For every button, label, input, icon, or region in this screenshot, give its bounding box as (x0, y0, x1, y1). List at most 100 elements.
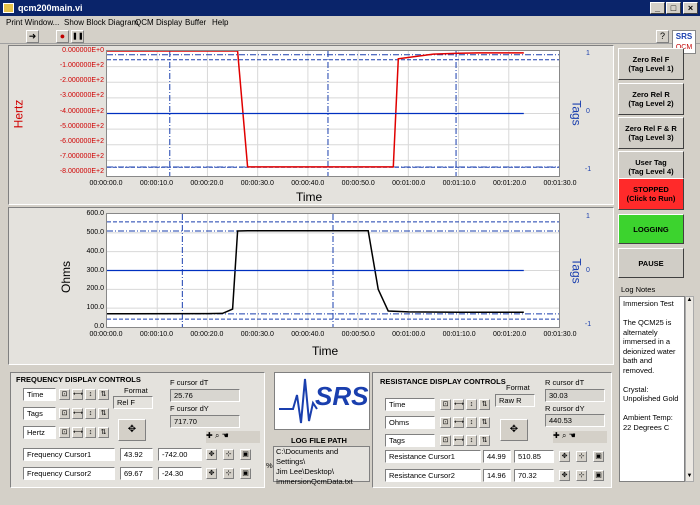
crosshair-icon[interactable]: ✚ (206, 431, 213, 440)
scale-x-icon[interactable]: ⟷ (72, 408, 83, 419)
log-notes-textarea[interactable]: Immersion Test The QCM25 is alternately im… (619, 296, 685, 482)
zoom-icon[interactable]: ⌕ (562, 431, 566, 440)
res-cursor-pad-icon[interactable]: ✥ (500, 419, 528, 441)
resistance-plot-area[interactable] (106, 213, 560, 328)
lock-icon[interactable]: ⊡ (59, 427, 70, 438)
freq-row-hertz[interactable]: Hertz (23, 426, 56, 439)
scale-x-icon[interactable]: ⟷ (453, 435, 464, 446)
freq-row-tags[interactable]: Tags (23, 407, 56, 420)
lock-icon[interactable]: ⊡ (440, 435, 451, 446)
cursor-lock-icon[interactable]: ▣ (593, 451, 604, 462)
freq-cursor1-name[interactable]: Frequency Cursor1 (23, 448, 115, 461)
abort-icon[interactable]: ● (56, 30, 69, 43)
frequency-plot-area[interactable] (106, 50, 560, 177)
format-icon[interactable]: ⇅ (98, 389, 109, 400)
pause-button[interactable]: PAUSE (618, 248, 684, 278)
freq-cursor2-name[interactable]: Frequency Cursor2 (23, 467, 115, 480)
log-file-path-field[interactable]: C:\Documents and Settings\ Jim Lee\Deskt… (273, 446, 370, 486)
log-notes-line: removed. (623, 365, 655, 375)
res-row-time[interactable]: Time (385, 398, 435, 411)
cursor-move-icon[interactable]: ✥ (206, 449, 217, 460)
scroll-up-icon[interactable]: ▲ (686, 297, 693, 305)
res-cursor1-x[interactable]: 44.99 (483, 450, 511, 463)
hand-icon[interactable]: ☚ (222, 431, 229, 440)
close-button[interactable]: × (683, 2, 698, 14)
cursor-style-icon[interactable]: ⊹ (576, 470, 587, 481)
zero-rel-fr-button[interactable]: Zero Rel F & R (Tag Level 3) (618, 117, 684, 149)
res-row-tags[interactable]: Tags (385, 434, 435, 447)
scale-y-icon[interactable]: ↕ (466, 435, 477, 446)
minimize-button[interactable]: _ (650, 2, 665, 14)
cursor-lock-icon[interactable]: ▣ (593, 470, 604, 481)
frequency-ytick: -4.000000E+2 (59, 107, 104, 115)
frequency-ytick: -8.000000E+2 (59, 168, 104, 175)
cursor-style-icon[interactable]: ⊹ (223, 449, 234, 460)
zero-rel-r-button[interactable]: Zero Rel R (Tag Level 2) (618, 83, 684, 115)
menu-qcm[interactable]: QCM (135, 16, 154, 29)
cursor-lock-icon[interactable]: ▣ (240, 468, 251, 479)
crosshair-icon[interactable]: ✚ (553, 431, 560, 440)
res-cursor2-name[interactable]: Resistance Cursor2 (385, 469, 481, 482)
scale-y-icon[interactable]: ↕ (466, 399, 477, 410)
zero-rel-f-button[interactable]: Zero Rel F (Tag Level 1) (618, 48, 684, 80)
maximize-button[interactable]: □ (666, 2, 681, 14)
res-cursor-dy-label: R cursor dY (545, 404, 585, 413)
freq-cursor2-y[interactable]: -24.30 (158, 467, 202, 480)
res-cursor1-y[interactable]: 510.85 (514, 450, 554, 463)
res-cursor1-name[interactable]: Resistance Cursor1 (385, 450, 481, 463)
log-file-browse-icon[interactable]: % (266, 461, 273, 470)
format-icon[interactable]: ⇅ (479, 435, 490, 446)
zoom-icon[interactable]: ⌕ (215, 431, 219, 440)
freq-cursor1-x[interactable]: 43.92 (120, 448, 153, 461)
scale-x-icon[interactable]: ⟷ (453, 399, 464, 410)
scale-x-icon[interactable]: ⟷ (72, 389, 83, 400)
scale-y-icon[interactable]: ↕ (85, 408, 96, 419)
menu-show-block-diagram[interactable]: Show Block Diagram (64, 16, 138, 29)
freq-format-select[interactable]: Rel F (113, 396, 153, 409)
format-icon[interactable]: ⇅ (98, 427, 109, 438)
cursor-move-icon[interactable]: ✥ (559, 470, 570, 481)
scroll-down-icon[interactable]: ▼ (686, 473, 693, 481)
scale-x-icon[interactable]: ⟷ (72, 427, 83, 438)
menu-display[interactable]: Display (156, 16, 182, 29)
freq-cursor2-x[interactable]: 69.67 (120, 467, 153, 480)
help-icon[interactable]: ? (656, 30, 669, 43)
format-icon[interactable]: ⇅ (479, 399, 490, 410)
format-icon[interactable]: ⇅ (98, 408, 109, 419)
res-row-ohms[interactable]: Ohms (385, 416, 435, 429)
lock-icon[interactable]: ⊡ (59, 408, 70, 419)
scale-y-icon[interactable]: ↕ (85, 389, 96, 400)
freq-cursor-tools[interactable]: ✚ ⌕ ☚ (206, 431, 260, 443)
run-arrow-icon[interactable]: ➜ (26, 30, 39, 43)
logging-button[interactable]: LOGGING (618, 214, 684, 244)
res-cursor2-x[interactable]: 14.96 (483, 469, 511, 482)
resistance-xtick: 00:00:30.0 (240, 331, 274, 338)
freq-cursor-pad-icon[interactable]: ✥ (118, 419, 146, 441)
cursor-move-icon[interactable]: ✥ (206, 468, 217, 479)
lock-icon[interactable]: ⊡ (440, 417, 451, 428)
scale-x-icon[interactable]: ⟷ (453, 417, 464, 428)
menu-buffer[interactable]: Buffer (185, 16, 206, 29)
format-icon[interactable]: ⇅ (479, 417, 490, 428)
cursor-lock-icon[interactable]: ▣ (240, 449, 251, 460)
menu-help[interactable]: Help (212, 16, 228, 29)
cursor-move-icon[interactable]: ✥ (559, 451, 570, 462)
freq-cursor-dt-value: 25.76 (170, 389, 240, 402)
stopped-button[interactable]: STOPPED (Click to Run) (618, 178, 684, 210)
res-cursor-tools[interactable]: ✚ ⌕ ☚ (553, 431, 607, 443)
pause-icon[interactable]: ❚❚ (71, 30, 84, 43)
log-notes-scrollbar[interactable]: ▲ ▼ (685, 296, 694, 482)
freq-cursor1-y[interactable]: -742.00 (158, 448, 202, 461)
srs-small-text: SRS (675, 32, 693, 41)
res-cursor2-y[interactable]: 70.32 (514, 469, 554, 482)
scale-y-icon[interactable]: ↕ (466, 417, 477, 428)
cursor-style-icon[interactable]: ⊹ (576, 451, 587, 462)
res-format-select[interactable]: Raw R (495, 394, 535, 407)
cursor-style-icon[interactable]: ⊹ (223, 468, 234, 479)
scale-y-icon[interactable]: ↕ (85, 427, 96, 438)
menu-print-window[interactable]: Print Window... (6, 16, 59, 29)
hand-icon[interactable]: ☚ (569, 431, 576, 440)
lock-icon[interactable]: ⊡ (440, 399, 451, 410)
freq-row-time[interactable]: Time (23, 388, 56, 401)
lock-icon[interactable]: ⊡ (59, 389, 70, 400)
